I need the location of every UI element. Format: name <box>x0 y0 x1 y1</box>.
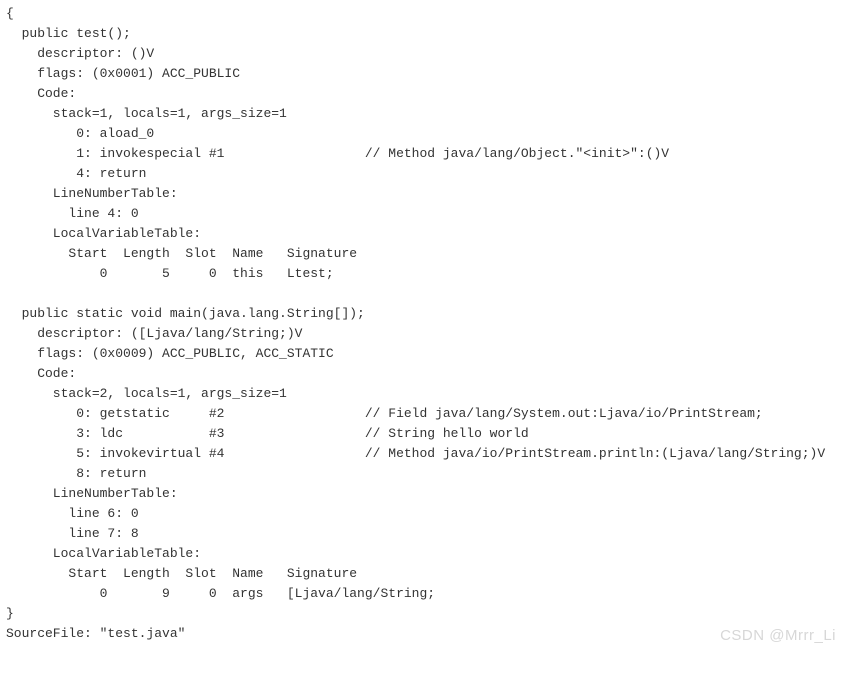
code-line: 0 5 0 this Ltest; <box>6 264 848 284</box>
code-line: SourceFile: "test.java" <box>6 624 848 644</box>
code-line: 8: return <box>6 464 848 484</box>
code-line: LocalVariableTable: <box>6 224 848 244</box>
code-line: LineNumberTable: <box>6 184 848 204</box>
code-line: { <box>6 4 848 24</box>
code-line: line 4: 0 <box>6 204 848 224</box>
code-line: line 6: 0 <box>6 504 848 524</box>
code-line: flags: (0x0001) ACC_PUBLIC <box>6 64 848 84</box>
code-line: 1: invokespecial #1 // Method java/lang/… <box>6 144 848 164</box>
code-line: stack=1, locals=1, args_size=1 <box>6 104 848 124</box>
code-line: } <box>6 604 848 624</box>
code-line: Start Length Slot Name Signature <box>6 244 848 264</box>
code-line: descriptor: ([Ljava/lang/String;)V <box>6 324 848 344</box>
code-line: 4: return <box>6 164 848 184</box>
code-line: Start Length Slot Name Signature <box>6 564 848 584</box>
code-line: line 7: 8 <box>6 524 848 544</box>
code-line: LocalVariableTable: <box>6 544 848 564</box>
code-line <box>6 284 848 304</box>
code-line: Code: <box>6 84 848 104</box>
code-line: public static void main(java.lang.String… <box>6 304 848 324</box>
code-line: 3: ldc #3 // String hello world <box>6 424 848 444</box>
code-line: Code: <box>6 364 848 384</box>
bytecode-listing: { public test(); descriptor: ()V flags: … <box>0 0 854 648</box>
code-line: LineNumberTable: <box>6 484 848 504</box>
code-line: 0 9 0 args [Ljava/lang/String; <box>6 584 848 604</box>
code-line: 5: invokevirtual #4 // Method java/io/Pr… <box>6 444 848 464</box>
code-line: flags: (0x0009) ACC_PUBLIC, ACC_STATIC <box>6 344 848 364</box>
code-line: stack=2, locals=1, args_size=1 <box>6 384 848 404</box>
code-line: descriptor: ()V <box>6 44 848 64</box>
code-line: 0: getstatic #2 // Field java/lang/Syste… <box>6 404 848 424</box>
code-line: public test(); <box>6 24 848 44</box>
code-line: 0: aload_0 <box>6 124 848 144</box>
